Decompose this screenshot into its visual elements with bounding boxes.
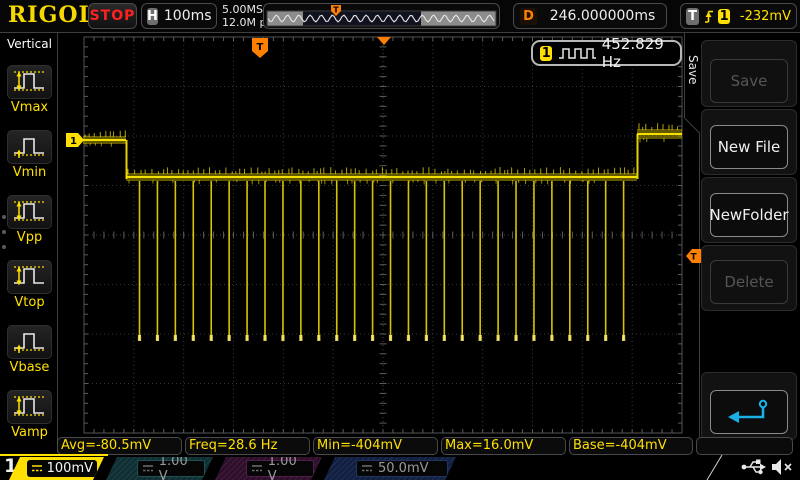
measurement-min: Min=-404mV [313, 437, 438, 455]
measurement-max: Max=16.0mV [441, 437, 566, 455]
dc-coupling-icon [361, 464, 373, 473]
ch1-scale: 100mV [47, 461, 93, 476]
svg-text:1: 1 [70, 136, 77, 147]
channel-block-4[interactable]: 50.0mV [324, 457, 456, 480]
speaker-muted-icon [772, 459, 791, 475]
center-position-marker [377, 37, 391, 45]
ch1-level-marker: 1 [66, 133, 84, 147]
channel-block-3[interactable]: 1.00 V [215, 457, 322, 480]
square-wave-icon [558, 46, 595, 60]
dc-coupling-icon [31, 464, 42, 473]
ch2-scale: 1.00 V [159, 454, 200, 480]
svg-text:T: T [691, 253, 698, 263]
trigger-position-marker: T [252, 38, 268, 58]
dc-coupling-icon [142, 464, 154, 473]
channel-block-1[interactable]: 100mV [9, 457, 104, 480]
usb-icon [742, 460, 766, 475]
channel-status-bar: 1 100mV 2 1.00 V 3 [0, 455, 800, 480]
graticule [0, 33, 800, 453]
waveform-display: 1 T T [0, 0, 800, 480]
menu-item-back[interactable] [710, 390, 788, 434]
statusbar-right [700, 455, 800, 480]
freq-source-chip: 1 [540, 46, 552, 61]
measurement-avg: Avg=-80.5mV [57, 437, 182, 455]
menu-item-save[interactable]: Save [710, 59, 788, 103]
oscilloscope-screen: RIGOL STOP H 100ms 5.00MSa/s 12.0M pts T… [0, 0, 800, 480]
frequency-counter-badge: 1 452.829 Hz [531, 40, 682, 66]
return-arrow-icon [723, 397, 775, 427]
menu-cell: Save [701, 40, 797, 107]
menu-item-new-folder[interactable]: NewFolder [710, 193, 788, 237]
svg-text:T: T [257, 42, 264, 53]
menu-cell: NewFolder [701, 177, 797, 243]
freq-counter-value: 452.829 Hz [602, 35, 673, 71]
menu-cell [701, 372, 797, 440]
menu-item-delete[interactable]: Delete [710, 260, 788, 304]
dc-coupling-icon [251, 464, 263, 473]
ch3-scale: 1.00 V [268, 454, 309, 480]
menu-tab-title: Save [686, 55, 700, 84]
ch4-scale: 50.0mV [378, 461, 429, 476]
menu-cell: New File [701, 109, 797, 175]
channel-block-2[interactable]: 1.00 V [106, 457, 213, 480]
trigger-level-marker: T [686, 249, 701, 263]
measurement-empty-slot [696, 437, 793, 455]
menu-item-new-file[interactable]: New File [710, 125, 788, 169]
measurement-base: Base=-404mV [569, 437, 693, 455]
menu-cell: Delete [701, 245, 797, 311]
measurement-freq: Freq=28.6 Hz [185, 437, 310, 455]
